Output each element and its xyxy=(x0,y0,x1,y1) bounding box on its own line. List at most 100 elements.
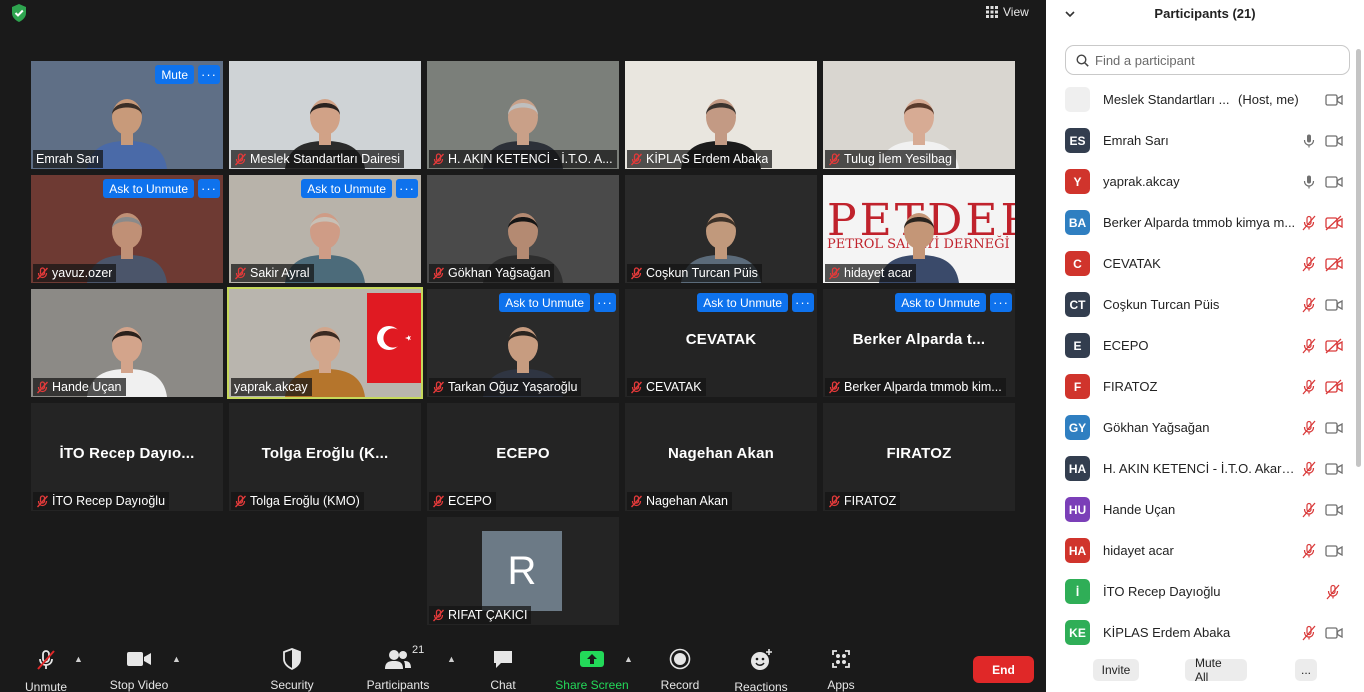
muted-mic-icon[interactable] xyxy=(1301,256,1317,272)
encryption-shield-icon[interactable] xyxy=(9,3,29,23)
participant-row[interactable]: BA Berker Alparda tmmob kimya m... xyxy=(1046,202,1354,243)
unmute-button[interactable]: Unmute xyxy=(22,648,70,692)
participant-row[interactable]: HU Hande Uçan xyxy=(1046,489,1354,530)
ask-to-unmute-button[interactable]: Ask to Unmute xyxy=(103,179,194,198)
muted-mic-icon[interactable] xyxy=(1301,215,1317,231)
mute-all-button[interactable]: Mute All xyxy=(1185,656,1247,684)
muted-mic-icon[interactable] xyxy=(1301,543,1317,559)
video-tile[interactable]: Tulug İlem Yesilbag xyxy=(823,61,1015,169)
participant-row[interactable]: E ECEPO xyxy=(1046,325,1354,366)
tile-more-button[interactable]: ··· xyxy=(990,293,1012,312)
video-tile[interactable]: Tolga Eroğlu (K... Tolga Eroğlu (KMO) xyxy=(229,403,421,511)
video-camera-icon xyxy=(127,652,151,666)
participant-list-scrollbar[interactable] xyxy=(1356,49,1361,467)
share-options-caret-icon[interactable]: ▲ xyxy=(624,654,633,664)
muted-mic-icon[interactable] xyxy=(1301,297,1317,313)
mic-icon[interactable] xyxy=(1301,174,1317,190)
video-tile[interactable]: Nagehan Akan Nagehan Akan xyxy=(625,403,817,511)
tile-mute-button[interactable]: Mute xyxy=(155,65,194,84)
participant-search-input[interactable] xyxy=(1095,52,1335,68)
participant-name: Emrah Sarı xyxy=(1103,133,1169,148)
video-tile[interactable]: İTO Recep Dayıo... İTO Recep Dayıoğlu xyxy=(31,403,223,511)
participant-row[interactable]: KE KİPLAS Erdem Abaka xyxy=(1046,612,1354,645)
tile-more-button[interactable]: ··· xyxy=(198,179,220,198)
audio-options-caret-icon[interactable]: ▲ xyxy=(74,654,83,664)
video-tile[interactable]: Emrah Sarı Mute ··· xyxy=(31,61,223,169)
video-tile[interactable]: yaprak.akcay xyxy=(227,287,423,399)
security-button[interactable]: Security xyxy=(266,648,318,692)
video-tile[interactable]: R RIFAT ÇAKICI xyxy=(427,517,619,625)
video-tile[interactable]: KİPLAS Erdem Abaka xyxy=(625,61,817,169)
participants-caret-icon[interactable]: ▲ xyxy=(447,654,456,664)
record-label: Record xyxy=(660,678,700,692)
video-camera-icon[interactable] xyxy=(1325,543,1343,559)
muted-mic-icon[interactable] xyxy=(1301,420,1317,436)
tile-more-button[interactable]: ··· xyxy=(792,293,814,312)
participant-row[interactable]: F FIRATOZ xyxy=(1046,366,1354,407)
participant-row[interactable]: GY Gökhan Yağsağan xyxy=(1046,407,1354,448)
participant-row[interactable]: C CEVATAK xyxy=(1046,243,1354,284)
video-tile[interactable]: Berker Alparda t... Berker Alparda tmmob … xyxy=(823,289,1015,397)
ask-to-unmute-button[interactable]: Ask to Unmute xyxy=(895,293,986,312)
muted-mic-icon[interactable] xyxy=(1301,379,1317,395)
tile-more-button[interactable]: ··· xyxy=(198,65,220,84)
record-button[interactable]: Record xyxy=(658,648,702,692)
video-tile[interactable]: FIRATOZ FIRATOZ xyxy=(823,403,1015,511)
chat-button[interactable]: Chat xyxy=(484,648,522,692)
video-camera-icon[interactable] xyxy=(1325,92,1343,108)
more-options-button[interactable]: ... xyxy=(1295,659,1317,681)
video-tile[interactable]: Gökhan Yağsağan xyxy=(427,175,619,283)
ask-to-unmute-button[interactable]: Ask to Unmute xyxy=(499,293,590,312)
ask-to-unmute-button[interactable]: Ask to Unmute xyxy=(301,179,392,198)
video-tile[interactable]: Tarkan Oğuz Yaşaroğlu Ask to Unmute ··· xyxy=(427,289,619,397)
muted-mic-icon[interactable] xyxy=(1301,461,1317,477)
video-camera-icon[interactable] xyxy=(1325,174,1343,190)
participant-row[interactable]: Meslek Standartları ... (Host, me) xyxy=(1046,79,1354,120)
video-tile[interactable]: Hande Uçan xyxy=(31,289,223,397)
participants-button[interactable]: 21 Participants xyxy=(366,644,430,692)
participant-row[interactable]: Yyaprak.akcay xyxy=(1046,161,1354,202)
video-tile[interactable]: Coşkun Turcan Püis xyxy=(625,175,817,283)
video-tile[interactable]: ECEPO ECEPO xyxy=(427,403,619,511)
video-camera-icon[interactable] xyxy=(1325,420,1343,436)
video-camera-icon[interactable] xyxy=(1325,133,1343,149)
video-off-icon[interactable] xyxy=(1325,215,1343,231)
ask-to-unmute-button[interactable]: Ask to Unmute xyxy=(697,293,788,312)
participant-row[interactable]: İ İTO Recep Dayıoğlu xyxy=(1046,571,1354,612)
stop-video-button[interactable]: Stop Video xyxy=(106,648,172,692)
video-tile[interactable]: Meslek Standartları Dairesi xyxy=(229,61,421,169)
participant-search-box[interactable] xyxy=(1065,45,1350,75)
participant-row[interactable]: ES Emrah Sarı xyxy=(1046,120,1354,161)
participant-row[interactable]: HA H. AKIN KETENCİ - İ.T.O. Akarya... xyxy=(1046,448,1354,489)
invite-button[interactable]: Invite xyxy=(1093,659,1139,681)
share-screen-button[interactable]: Share Screen xyxy=(555,648,629,692)
muted-mic-icon[interactable] xyxy=(1325,584,1341,600)
participant-row[interactable]: HA hidayet acar xyxy=(1046,530,1354,571)
muted-mic-icon[interactable] xyxy=(1301,338,1317,354)
muted-mic-icon xyxy=(828,266,841,279)
video-off-icon[interactable] xyxy=(1325,256,1343,272)
video-tile[interactable]: yavuz.ozer Ask to Unmute ··· xyxy=(31,175,223,283)
video-tile[interactable]: CEVATAK CEVATAK Ask to Unmute ··· xyxy=(625,289,817,397)
video-camera-icon[interactable] xyxy=(1325,297,1343,313)
video-camera-icon[interactable] xyxy=(1325,502,1343,518)
reactions-button[interactable]: Reactions xyxy=(732,648,790,692)
video-off-icon[interactable] xyxy=(1325,379,1343,395)
view-button[interactable]: View xyxy=(986,3,1029,21)
tile-more-button[interactable]: ··· xyxy=(396,179,418,198)
apps-button[interactable]: Apps xyxy=(824,648,858,692)
muted-mic-icon[interactable] xyxy=(1301,625,1317,641)
mic-icon[interactable] xyxy=(1301,133,1317,149)
video-tile[interactable]: Sakir Ayral Ask to Unmute ··· xyxy=(229,175,421,283)
record-icon xyxy=(669,648,691,670)
video-camera-icon[interactable] xyxy=(1325,461,1343,477)
participant-row[interactable]: CT Coşkun Turcan Püis xyxy=(1046,284,1354,325)
video-camera-icon[interactable] xyxy=(1325,625,1343,641)
video-tile[interactable]: PETDERPETROL SANAYİ DERNEĞİhidayet acar xyxy=(823,175,1015,283)
video-tile[interactable]: H. AKIN KETENCİ - İ.T.O. A... xyxy=(427,61,619,169)
video-options-caret-icon[interactable]: ▲ xyxy=(172,654,181,664)
video-off-icon[interactable] xyxy=(1325,338,1343,354)
muted-mic-icon[interactable] xyxy=(1301,502,1317,518)
end-meeting-button[interactable]: End xyxy=(973,656,1034,683)
tile-more-button[interactable]: ··· xyxy=(594,293,616,312)
